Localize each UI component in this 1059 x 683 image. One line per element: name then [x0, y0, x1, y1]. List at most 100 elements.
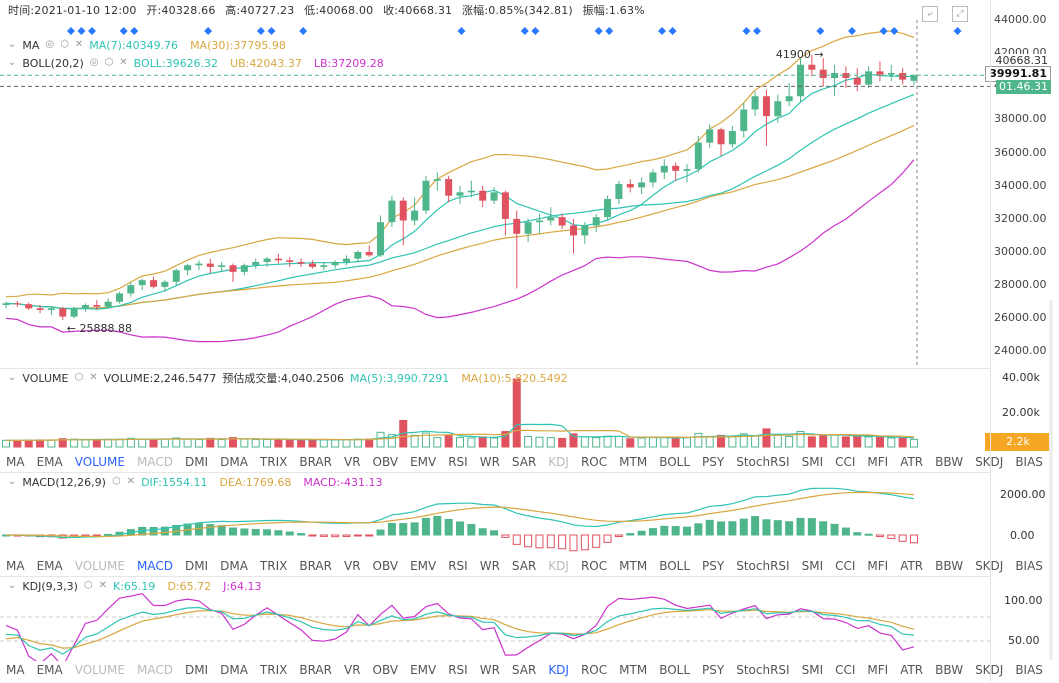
tab-atr[interactable]: ATR — [894, 455, 929, 469]
tab-dma[interactable]: DMA — [214, 559, 254, 573]
tab-roc[interactable]: ROC — [575, 559, 613, 573]
tab-smi[interactable]: SMI — [796, 663, 830, 677]
tab-atr[interactable]: ATR — [894, 663, 929, 677]
chevron-down-icon[interactable]: ⌄ — [8, 58, 16, 68]
settings-icon[interactable]: ⬡ — [60, 40, 69, 50]
tab-macd[interactable]: MACD — [131, 559, 179, 573]
tab-sar[interactable]: SAR — [506, 663, 542, 677]
settings-icon[interactable]: ⬡ — [74, 373, 83, 383]
price-chart[interactable]: 41900 → ← 25888.88 — [0, 20, 990, 368]
tab-rsi[interactable]: RSI — [442, 455, 474, 469]
tab-macd[interactable]: MACD — [131, 455, 179, 469]
tab-psy[interactable]: PSY — [696, 559, 730, 573]
tab-volume[interactable]: VOLUME — [69, 455, 131, 469]
tab-kdj[interactable]: KDJ — [542, 559, 575, 573]
tab-boll[interactable]: BOLL — [653, 663, 696, 677]
kdj-j-line — [5, 592, 915, 661]
close-icon[interactable]: ✕ — [127, 477, 135, 487]
tab-bbw[interactable]: BBW — [929, 455, 969, 469]
tab-trix[interactable]: TRIX — [254, 455, 293, 469]
tab-roc[interactable]: ROC — [575, 455, 613, 469]
tab-dmi[interactable]: DMI — [179, 663, 214, 677]
tab-kdj[interactable]: KDJ — [542, 455, 575, 469]
tab-ma[interactable]: MA — [0, 455, 31, 469]
tab-boll[interactable]: BOLL — [653, 455, 696, 469]
tab-mfi[interactable]: MFI — [861, 663, 894, 677]
tab-dma[interactable]: DMA — [214, 455, 254, 469]
tab-ema[interactable]: EMA — [31, 559, 69, 573]
tab-obv[interactable]: OBV — [367, 663, 405, 677]
tab-atr[interactable]: ATR — [894, 559, 929, 573]
settings-icon[interactable]: ⬡ — [84, 581, 93, 591]
tab-obv[interactable]: OBV — [367, 559, 405, 573]
tab-cci[interactable]: CCI — [829, 455, 861, 469]
tab-trix[interactable]: TRIX — [254, 663, 293, 677]
close-icon[interactable]: ✕ — [99, 581, 107, 591]
settings-icon[interactable]: ⬡ — [112, 477, 121, 487]
signal-marker — [204, 27, 213, 35]
close-icon[interactable]: ✕ — [75, 40, 83, 50]
tab-stochrsi[interactable]: StochRSI — [730, 455, 795, 469]
tab-emv[interactable]: EMV — [404, 559, 442, 573]
tab-brar[interactable]: BRAR — [293, 559, 338, 573]
tab-boll[interactable]: BOLL — [653, 559, 696, 573]
tab-emv[interactable]: EMV — [404, 455, 442, 469]
tab-sar[interactable]: SAR — [506, 455, 542, 469]
tab-bbw[interactable]: BBW — [929, 663, 969, 677]
tab-smi[interactable]: SMI — [796, 559, 830, 573]
tab-dmi[interactable]: DMI — [179, 559, 214, 573]
tab-vr[interactable]: VR — [338, 559, 367, 573]
tab-dma[interactable]: DMA — [214, 663, 254, 677]
tab-mtm[interactable]: MTM — [613, 559, 653, 573]
chevron-down-icon[interactable]: ⌄ — [8, 477, 16, 487]
tab-cci[interactable]: CCI — [829, 663, 861, 677]
tab-brar[interactable]: BRAR — [293, 455, 338, 469]
tab-roc[interactable]: ROC — [575, 663, 613, 677]
tab-stochrsi[interactable]: StochRSI — [730, 559, 795, 573]
close-icon[interactable]: ✕ — [89, 373, 97, 383]
tab-mfi[interactable]: MFI — [861, 455, 894, 469]
tab-emv[interactable]: EMV — [404, 663, 442, 677]
tab-mtm[interactable]: MTM — [613, 455, 653, 469]
tab-bias[interactable]: BIAS — [1009, 663, 1049, 677]
tab-ma[interactable]: MA — [0, 559, 31, 573]
eye-icon[interactable]: ◎ — [90, 58, 99, 68]
tab-wr[interactable]: WR — [474, 663, 506, 677]
tab-kdj[interactable]: KDJ — [542, 663, 575, 677]
tab-ema[interactable]: EMA — [31, 455, 69, 469]
tab-volume[interactable]: VOLUME — [69, 559, 131, 573]
tab-vr[interactable]: VR — [338, 663, 367, 677]
chevron-down-icon[interactable]: ⌄ — [8, 40, 16, 50]
tab-wr[interactable]: WR — [474, 455, 506, 469]
tab-sar[interactable]: SAR — [506, 559, 542, 573]
tab-obv[interactable]: OBV — [367, 455, 405, 469]
tab-mtm[interactable]: MTM — [613, 663, 653, 677]
eye-icon[interactable]: ◎ — [45, 40, 54, 50]
tab-rsi[interactable]: RSI — [442, 559, 474, 573]
tab-cci[interactable]: CCI — [829, 559, 861, 573]
signal-marker — [119, 27, 128, 35]
tab-bias[interactable]: BIAS — [1009, 455, 1049, 469]
tab-bias[interactable]: BIAS — [1009, 559, 1049, 573]
tab-ema[interactable]: EMA — [31, 663, 69, 677]
tab-dmi[interactable]: DMI — [179, 455, 214, 469]
tab-macd[interactable]: MACD — [131, 663, 179, 677]
close-icon[interactable]: ✕ — [119, 58, 127, 68]
tab-smi[interactable]: SMI — [796, 455, 830, 469]
tab-brar[interactable]: BRAR — [293, 663, 338, 677]
chevron-down-icon[interactable]: ⌄ — [8, 373, 16, 383]
settings-icon[interactable]: ⬡ — [104, 58, 113, 68]
scrollbar[interactable] — [1047, 300, 1055, 660]
tab-trix[interactable]: TRIX — [254, 559, 293, 573]
tab-stochrsi[interactable]: StochRSI — [730, 663, 795, 677]
tab-psy[interactable]: PSY — [696, 663, 730, 677]
tab-ma[interactable]: MA — [0, 663, 31, 677]
tab-bbw[interactable]: BBW — [929, 559, 969, 573]
tab-volume[interactable]: VOLUME — [69, 663, 131, 677]
tab-wr[interactable]: WR — [474, 559, 506, 573]
tab-rsi[interactable]: RSI — [442, 663, 474, 677]
tab-mfi[interactable]: MFI — [861, 559, 894, 573]
tab-psy[interactable]: PSY — [696, 455, 730, 469]
tab-vr[interactable]: VR — [338, 455, 367, 469]
chevron-down-icon[interactable]: ⌄ — [8, 581, 16, 591]
